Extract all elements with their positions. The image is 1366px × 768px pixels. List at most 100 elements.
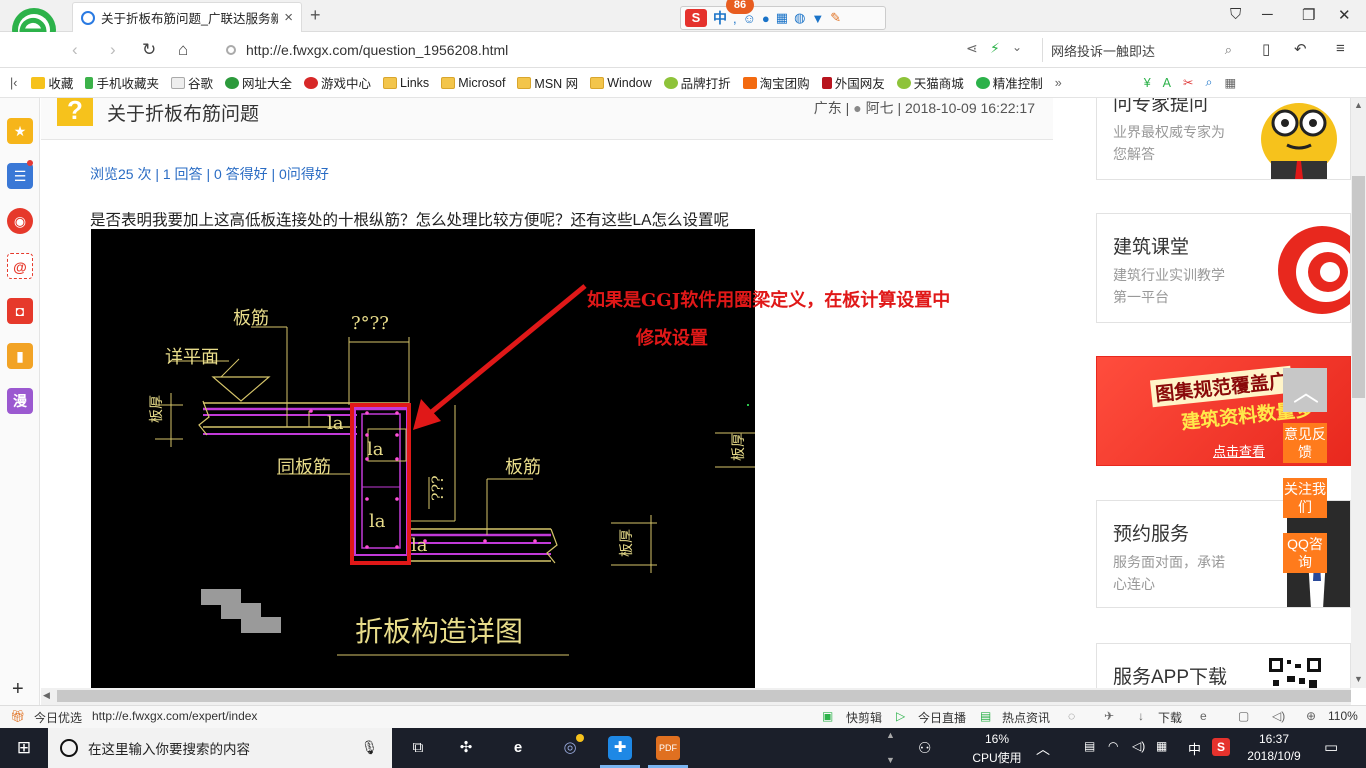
bookmark-item[interactable]: Window xyxy=(590,76,652,90)
bookmark-item[interactable]: 品牌打折 xyxy=(663,73,731,92)
search-text[interactable]: 网络投诉一触即达 xyxy=(1051,41,1225,60)
clip-icon[interactable]: ▣ xyxy=(822,709,833,723)
scroll-left-icon[interactable]: ◀ xyxy=(43,690,50,701)
sogou-tray-icon[interactable]: S xyxy=(1212,738,1230,756)
share-icon[interactable]: ⋖ xyxy=(966,40,978,57)
clock-time[interactable]: 16:37 xyxy=(1248,732,1300,746)
card-app-download[interactable]: 服务APP下载 xyxy=(1096,643,1351,688)
search-box[interactable]: 网络投诉一触即达 ⌕ xyxy=(1042,38,1238,62)
search-icon[interactable]: ⌕ xyxy=(1225,42,1232,58)
favorites-star-icon[interactable]: ★ xyxy=(7,118,33,144)
feedback-button[interactable]: 意见反馈 xyxy=(1283,423,1327,463)
card-building-class[interactable]: 建筑课堂 建筑行业实训教学第一平台 xyxy=(1096,213,1351,323)
download-icon[interactable]: ↓ xyxy=(1138,709,1144,723)
chevron-down-icon[interactable]: ⌄ xyxy=(1012,40,1022,54)
keyboard-tray-icon[interactable]: ▦ xyxy=(1156,739,1167,753)
chevron-up-icon[interactable]: ︿ xyxy=(1036,739,1050,759)
ime-toolbar[interactable]: S 中 , ☺ ● ▦ ◍ ▼ ✎ xyxy=(680,6,886,30)
follow-us-button[interactable]: 关注我们 xyxy=(1283,478,1327,518)
bookmark-item[interactable]: 网址大全 xyxy=(224,73,292,92)
zoom-icon[interactable]: ⊕ xyxy=(1306,709,1316,723)
restore-icon[interactable]: ❐ xyxy=(1302,6,1315,24)
weibo-icon[interactable]: ◉ xyxy=(7,208,33,234)
magnifier-icon[interactable]: ⌕ xyxy=(1205,75,1212,90)
status-item[interactable]: 快剪辑 xyxy=(846,709,882,726)
url-field[interactable]: http://e.fwxgx.com/question_1956208.html xyxy=(226,38,1036,62)
wrench-icon[interactable]: ✎ xyxy=(830,10,841,26)
window-icon[interactable]: ▢ xyxy=(1238,709,1249,723)
bookmark-item[interactable]: 收藏 xyxy=(31,73,73,92)
bookmark-item[interactable]: 淘宝团购 xyxy=(742,73,810,92)
more-bookmarks-icon[interactable]: » xyxy=(1055,76,1062,90)
network-device-icon[interactable]: ▤ xyxy=(1084,739,1095,753)
back-to-top-button[interactable]: ︿ xyxy=(1283,368,1327,412)
status-item[interactable]: 热点资讯 xyxy=(1002,709,1050,726)
yen-icon[interactable]: ¥ xyxy=(1144,76,1151,90)
site-info-icon[interactable] xyxy=(226,45,236,55)
taskbar-search[interactable]: 在这里输入你要搜索的内容 🎙︎ xyxy=(48,728,392,768)
keyboard-icon[interactable]: ▦ xyxy=(776,10,788,26)
task-view-icon[interactable]: ⧉ xyxy=(406,736,430,760)
bookmark-item[interactable]: 精准控制 xyxy=(975,73,1043,92)
grid-icon[interactable]: ▦ xyxy=(1224,75,1236,90)
microphone-icon[interactable]: 🎙︎ xyxy=(361,740,378,756)
app-blue-icon[interactable]: ✚ xyxy=(608,736,632,760)
bookmark-item[interactable]: 外国网友 xyxy=(821,73,885,92)
taskbar-search-placeholder[interactable]: 在这里输入你要搜索的内容 xyxy=(88,738,250,758)
sogou-icon[interactable]: S xyxy=(685,9,707,27)
bookmark-item[interactable]: Microsof xyxy=(441,76,505,90)
bookmark-item[interactable]: 游戏中心 xyxy=(303,73,371,92)
scroll-down-icon[interactable]: ▼ xyxy=(1354,674,1363,684)
taskbar-scroll-down-icon[interactable]: ▼ xyxy=(886,755,895,765)
question-author[interactable]: 阿七 xyxy=(866,100,894,116)
clock-date[interactable]: 2018/10/9 xyxy=(1240,749,1308,763)
banner-link[interactable]: 点击查看 xyxy=(1213,441,1265,460)
bolt-icon[interactable]: ⚡ xyxy=(990,40,1000,57)
gift-icon[interactable]: 🎁︎ xyxy=(10,709,25,723)
new-tab-button[interactable]: + xyxy=(310,5,321,26)
windows-start-icon[interactable]: ⊞ xyxy=(12,736,36,760)
refresh-icon[interactable]: ↻ xyxy=(142,40,156,60)
add-icon[interactable]: + xyxy=(12,678,24,701)
undo-icon[interactable]: ↶ xyxy=(1294,40,1307,58)
minimize-icon[interactable]: ─ xyxy=(1262,6,1273,23)
bookmark-item[interactable]: 手机收藏夹 xyxy=(85,73,159,92)
status-today[interactable]: 今日优选 xyxy=(34,709,82,726)
ie-taskbar-icon[interactable]: e xyxy=(506,736,530,760)
live-icon[interactable]: ▷ xyxy=(896,709,905,723)
pdf-app-icon[interactable]: PDF xyxy=(656,736,680,760)
close-window-icon[interactable]: ✕ xyxy=(1338,6,1351,24)
volume-tray-icon[interactable]: ◁) xyxy=(1132,739,1145,753)
input-lang[interactable]: 中 xyxy=(1188,739,1201,758)
taskbar-scroll-up-icon[interactable]: ▲ xyxy=(886,730,895,740)
mail-icon[interactable]: @ xyxy=(7,253,33,279)
back-icon[interactable]: ‹ xyxy=(72,40,78,60)
action-center-icon[interactable]: ▭ xyxy=(1324,738,1338,756)
wifi-icon[interactable]: ◠ xyxy=(1108,739,1118,753)
phone-icon[interactable]: ▯ xyxy=(1262,40,1270,58)
scroll-thumb[interactable] xyxy=(1352,176,1365,398)
menu-icon[interactable]: ≡ xyxy=(1336,40,1345,57)
scissors-icon[interactable]: ✂ xyxy=(1183,75,1193,90)
pinwheel-icon[interactable]: ✣ xyxy=(454,736,478,760)
user-icon[interactable]: ◍ xyxy=(794,10,805,26)
bookmark-item[interactable]: 谷歌 xyxy=(170,73,213,92)
scroll-up-icon[interactable]: ▲ xyxy=(1354,100,1363,110)
speed-icon[interactable]: ◌ xyxy=(1068,709,1075,723)
pin-icon[interactable]: ✈ xyxy=(1104,709,1114,723)
mic-icon[interactable]: ● xyxy=(762,11,770,26)
sidebar-toggle-icon[interactable]: |‹ xyxy=(10,76,17,90)
status-item[interactable]: 下载 xyxy=(1158,709,1182,726)
manga-icon[interactable]: 漫 xyxy=(7,388,33,414)
forward-icon[interactable]: › xyxy=(110,40,116,60)
shirt-skin-icon[interactable]: ⛉ xyxy=(1230,6,1241,23)
news-icon[interactable]: ▤ xyxy=(980,709,991,723)
bookmark-item[interactable]: Links xyxy=(383,76,429,90)
people-icon[interactable]: ⚇ xyxy=(918,739,931,757)
card-ask-expert[interactable]: 问专家提问 业界最权威专家为您解答 xyxy=(1096,98,1351,180)
tab-active[interactable]: 关于折板布筋问题_广联达服务新 × xyxy=(72,2,302,32)
volume-icon[interactable]: ◁) xyxy=(1272,709,1285,723)
bookmark-item[interactable]: MSN 网 xyxy=(517,73,578,92)
book-icon[interactable]: ▮ xyxy=(7,343,33,369)
close-tab-icon[interactable]: × xyxy=(284,9,293,26)
